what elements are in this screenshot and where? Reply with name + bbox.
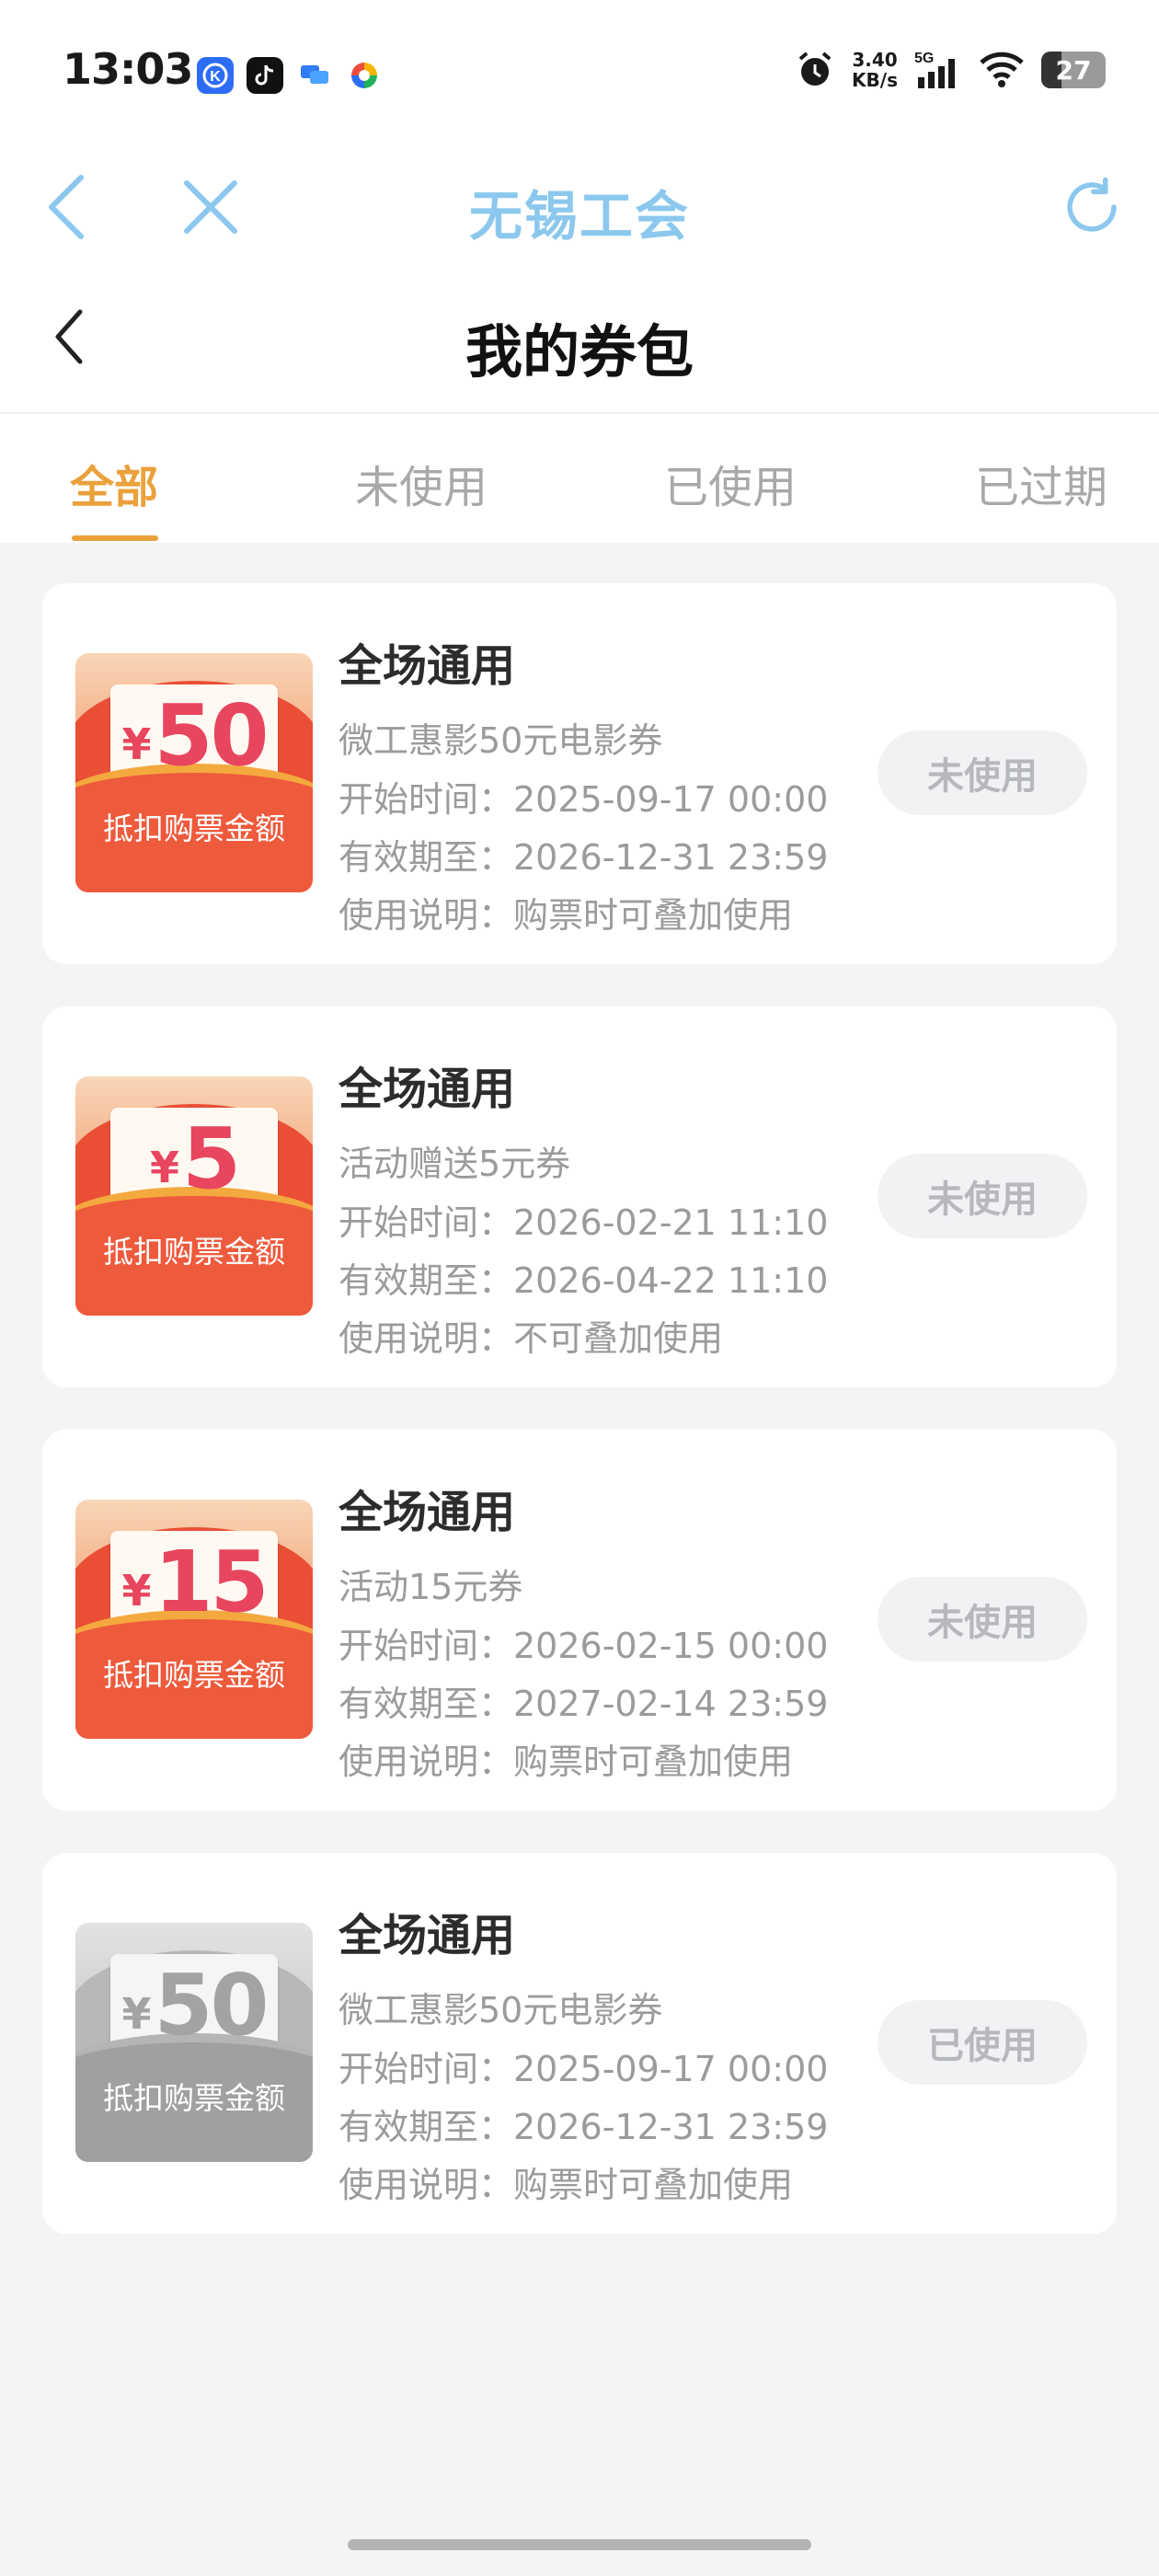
- coupon-usage-note: 使用说明：购票时可叠加使用: [339, 2165, 794, 2205]
- coupon-usage-note: 使用说明：购票时可叠加使用: [339, 895, 794, 936]
- status-indicators: 3.40 KB/s 5G 27: [795, 50, 1106, 90]
- coupon-list: ¥50 抵扣购票金额 全场通用 微工惠影50元电影券 开始时间：2025-09-…: [42, 583, 1117, 2276]
- coupon-card[interactable]: ¥15 抵扣购票金额 全场通用 活动15元券 开始时间：2026-02-15 0…: [42, 1430, 1117, 1811]
- refresh-icon: [1067, 177, 1117, 232]
- svg-text:K: K: [210, 69, 221, 85]
- tab-unused[interactable]: 未使用: [355, 451, 488, 515]
- coupon-image: ¥50 抵扣购票金额: [75, 1923, 313, 2162]
- coupon-expire-time: 有效期至：2026-04-22 11:10: [339, 1260, 829, 1301]
- coupon-title: 全场通用: [339, 640, 516, 692]
- coupon-expire-time: 有效期至：2026-12-31 23:59: [339, 837, 829, 878]
- tab-all[interactable]: 全部: [70, 451, 158, 515]
- coupon-image-desc: 抵扣购票金额: [103, 811, 285, 846]
- coupon-image: ¥50 抵扣购票金额: [75, 653, 313, 892]
- coupon-info: 全场通用 活动赠送5元券 开始时间：2026-02-21 11:10 有效期至：…: [339, 1052, 890, 1374]
- coupon-info: 全场通用 微工惠影50元电影券 开始时间：2025-09-17 00:00 有效…: [339, 629, 890, 951]
- pinwheel-app-icon: [346, 57, 383, 94]
- coupon-expire-time: 有效期至：2027-02-14 23:59: [339, 1684, 829, 1724]
- webview-toolbar: 无锡工会: [0, 147, 1159, 267]
- coupon-start-time: 开始时间：2026-02-15 00:00: [339, 1626, 829, 1666]
- battery-indicator: 27: [1041, 52, 1106, 88]
- coupon-status-button[interactable]: 未使用: [878, 1577, 1087, 1662]
- coupon-start-time: 开始时间：2025-09-17 00:00: [339, 779, 829, 820]
- refresh-button[interactable]: [1060, 175, 1124, 239]
- webview-title: 无锡工会: [468, 185, 690, 247]
- coupon-info: 全场通用 活动15元券 开始时间：2026-02-15 00:00 有效期至：2…: [339, 1476, 890, 1798]
- coupon-image: ¥15 抵扣购票金额: [75, 1500, 313, 1739]
- message-app-icon: [296, 57, 333, 94]
- page-title: 我的券包: [465, 318, 694, 385]
- coupon-usage-note: 使用说明：购票时可叠加使用: [339, 1742, 794, 1782]
- page-header: 我的券包: [0, 267, 1159, 414]
- status-bar: 13:03 K 3.40 KB/s 5G 27: [0, 0, 1159, 147]
- tiktok-icon: [247, 57, 283, 94]
- signal-5g-icon: 5G: [914, 51, 955, 88]
- coupon-status-button[interactable]: 未使用: [878, 1154, 1087, 1238]
- coupon-title: 全场通用: [339, 1910, 516, 1961]
- coupon-usage-note: 使用说明：不可叠加使用: [339, 1318, 724, 1359]
- tab-expired[interactable]: 已过期: [975, 451, 1107, 515]
- coupon-start-time: 开始时间：2026-02-21 11:10: [339, 1202, 829, 1243]
- coupon-amount: ¥5: [149, 1110, 241, 1208]
- alarm-icon: [798, 52, 832, 86]
- coupon-image: ¥5 抵扣购票金额: [75, 1076, 313, 1316]
- coupon-amount: ¥50: [121, 686, 269, 785]
- coupon-image-desc: 抵扣购票金额: [103, 2080, 285, 2116]
- status-app-icons: K: [197, 57, 383, 94]
- coupon-card[interactable]: ¥50 抵扣购票金额 全场通用 微工惠影50元电影券 开始时间：2025-09-…: [42, 1853, 1117, 2234]
- svg-text:5G: 5G: [914, 51, 934, 66]
- home-indicator[interactable]: [348, 2539, 811, 2550]
- coupon-title: 全场通用: [339, 1064, 516, 1115]
- app-k-icon: K: [197, 57, 234, 94]
- coupon-title: 全场通用: [339, 1487, 516, 1538]
- coupon-start-time: 开始时间：2025-09-17 00:00: [339, 2049, 829, 2089]
- status-time: 13:03: [63, 44, 193, 94]
- coupon-card[interactable]: ¥5 抵扣购票金额 全场通用 活动赠送5元券 开始时间：2026-02-21 1…: [42, 1006, 1117, 1387]
- coupon-info: 全场通用 微工惠影50元电影券 开始时间：2025-09-17 00:00 有效…: [339, 1899, 890, 2221]
- active-tab-indicator: [72, 535, 158, 541]
- coupon-expire-time: 有效期至：2026-12-31 23:59: [339, 2107, 829, 2147]
- coupon-status-button[interactable]: 已使用: [878, 2000, 1087, 2085]
- coupon-image-desc: 抵扣购票金额: [103, 1234, 285, 1270]
- network-speed: 3.40 KB/s: [852, 49, 898, 91]
- coupon-subtitle: 微工惠影50元电影券: [339, 720, 663, 761]
- coupon-card[interactable]: ¥50 抵扣购票金额 全场通用 微工惠影50元电影券 开始时间：2025-09-…: [42, 583, 1117, 964]
- coupon-subtitle: 活动15元券: [339, 1567, 523, 1607]
- coupon-image-desc: 抵扣购票金额: [103, 1657, 285, 1693]
- coupon-tabs: 全部 未使用 已使用 已过期: [0, 414, 1159, 543]
- wifi-icon: [980, 52, 1024, 87]
- coupon-subtitle: 微工惠影50元电影券: [339, 1990, 663, 2030]
- coupon-subtitle: 活动赠送5元券: [339, 1144, 571, 1184]
- coupon-amount: ¥50: [121, 1956, 269, 2054]
- coupon-status-button[interactable]: 未使用: [878, 730, 1087, 815]
- coupon-amount: ¥15: [121, 1533, 269, 1631]
- tab-used[interactable]: 已使用: [664, 451, 797, 515]
